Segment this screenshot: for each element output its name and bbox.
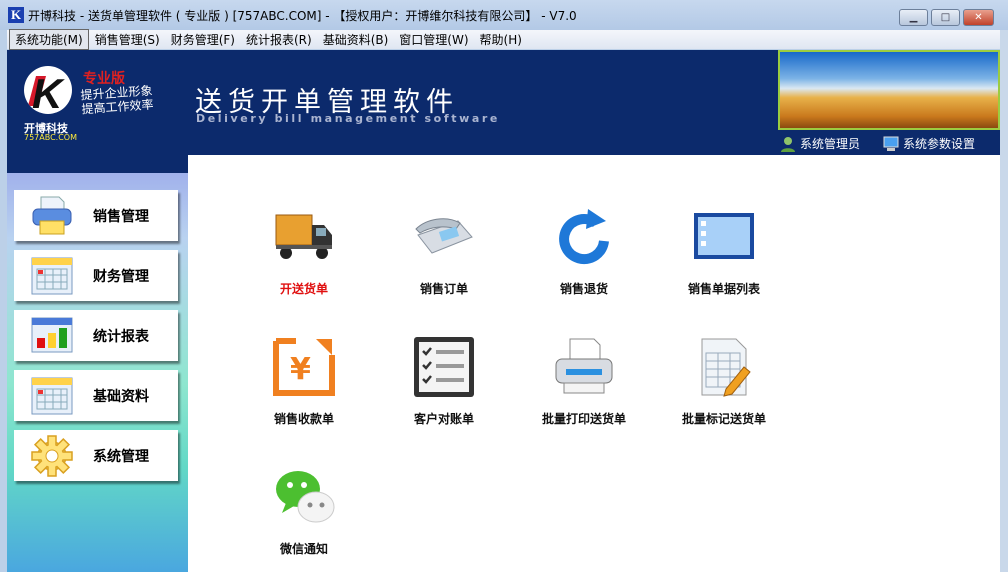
tile-sales-order[interactable]: 销售订单 (379, 205, 509, 297)
app-icon: K (8, 7, 24, 23)
sidebar-item-finance[interactable]: 财务管理 (14, 250, 178, 301)
header-banner: K 专业版 提升企业形象 提高工作效率 开博科技 757ABC.COM 送货开单管… (7, 50, 1000, 155)
window-title: 开博科技 - 送货单管理软件 ( 专业版 ) [757ABC.COM] - 【授… (28, 8, 577, 23)
main-content: 开送货单 销售订单 销售退货 销售单据列表 ¥ 销售收款单 客户对账单 批量打印… (188, 155, 1000, 572)
tile-wechat-notify[interactable]: 微信通知 (239, 465, 369, 557)
minimize-button[interactable]: ▁ (899, 9, 928, 26)
user-icon (781, 136, 795, 152)
tile-batch-mark[interactable]: 批量标记送货单 (659, 335, 789, 427)
wechat-icon (276, 471, 335, 523)
printer-icon (32, 196, 72, 234)
menu-finance[interactable]: 财务管理(F) (166, 30, 240, 49)
menu-system[interactable]: 系统功能(M) (9, 29, 89, 50)
sidebar-item-system[interactable]: 系统管理 (14, 430, 178, 481)
tile-sales-list[interactable]: 销售单据列表 (659, 205, 789, 297)
sidebar-item-reports[interactable]: 统计报表 (14, 310, 178, 361)
svg-text:¥: ¥ (290, 352, 311, 387)
menu-help[interactable]: 帮助(H) (475, 30, 527, 49)
printer-icon (555, 338, 613, 394)
current-user-link[interactable]: 系统管理员 (780, 135, 860, 152)
sidebar: 销售管理 财务管理 统计报表 基础资料 系统管理 (7, 155, 188, 572)
menu-reports[interactable]: 统计报表(R) (241, 30, 317, 49)
title-bar: K 开博科技 - 送货单管理软件 ( 专业版 ) [757ABC.COM] - … (0, 0, 1008, 30)
monitor-icon (883, 136, 899, 151)
site-url: 757ABC.COM (24, 133, 78, 142)
list-window-icon (694, 213, 754, 259)
calendar-icon (31, 377, 73, 414)
calendar-icon (31, 257, 73, 294)
tile-sales-receipt[interactable]: ¥ 销售收款单 (239, 335, 369, 427)
bar-chart-icon (31, 317, 73, 352)
slogan: 提升企业形象 提高工作效率 (80, 83, 154, 117)
tile-new-delivery[interactable]: 开送货单 (239, 205, 369, 297)
window-border (1000, 30, 1008, 572)
gear-icon (31, 434, 73, 477)
menu-basic-data[interactable]: 基础资料(B) (318, 30, 394, 49)
menu-sales[interactable]: 销售管理(S) (90, 30, 165, 49)
tile-sales-return[interactable]: 销售退货 (519, 205, 649, 297)
maximize-button[interactable]: □ (931, 9, 960, 26)
spreadsheet-edit-icon (701, 338, 751, 397)
telephone-icon (415, 218, 473, 254)
logo-icon: K (24, 66, 72, 114)
sidebar-item-basic-data[interactable]: 基础资料 (14, 370, 178, 421)
truck-icon (275, 214, 332, 259)
refresh-icon (559, 209, 609, 265)
system-settings-link[interactable]: 系统参数设置 (883, 135, 975, 152)
app-subtitle: Delivery bill management software (196, 112, 500, 125)
menu-window[interactable]: 窗口管理(W) (394, 30, 473, 49)
close-button[interactable]: ✕ (963, 9, 994, 26)
menu-bar: 系统功能(M) 销售管理(S) 财务管理(F) 统计报表(R) 基础资料(B) … (7, 29, 1000, 50)
tile-customer-statement[interactable]: 客户对账单 (379, 335, 509, 427)
sidebar-item-sales[interactable]: 销售管理 (14, 190, 178, 241)
yuan-receipt-icon: ¥ (273, 338, 335, 396)
tile-batch-print[interactable]: 批量打印送货单 (519, 335, 649, 427)
checklist-icon (414, 337, 474, 397)
wheat-banner-image (778, 50, 1000, 130)
